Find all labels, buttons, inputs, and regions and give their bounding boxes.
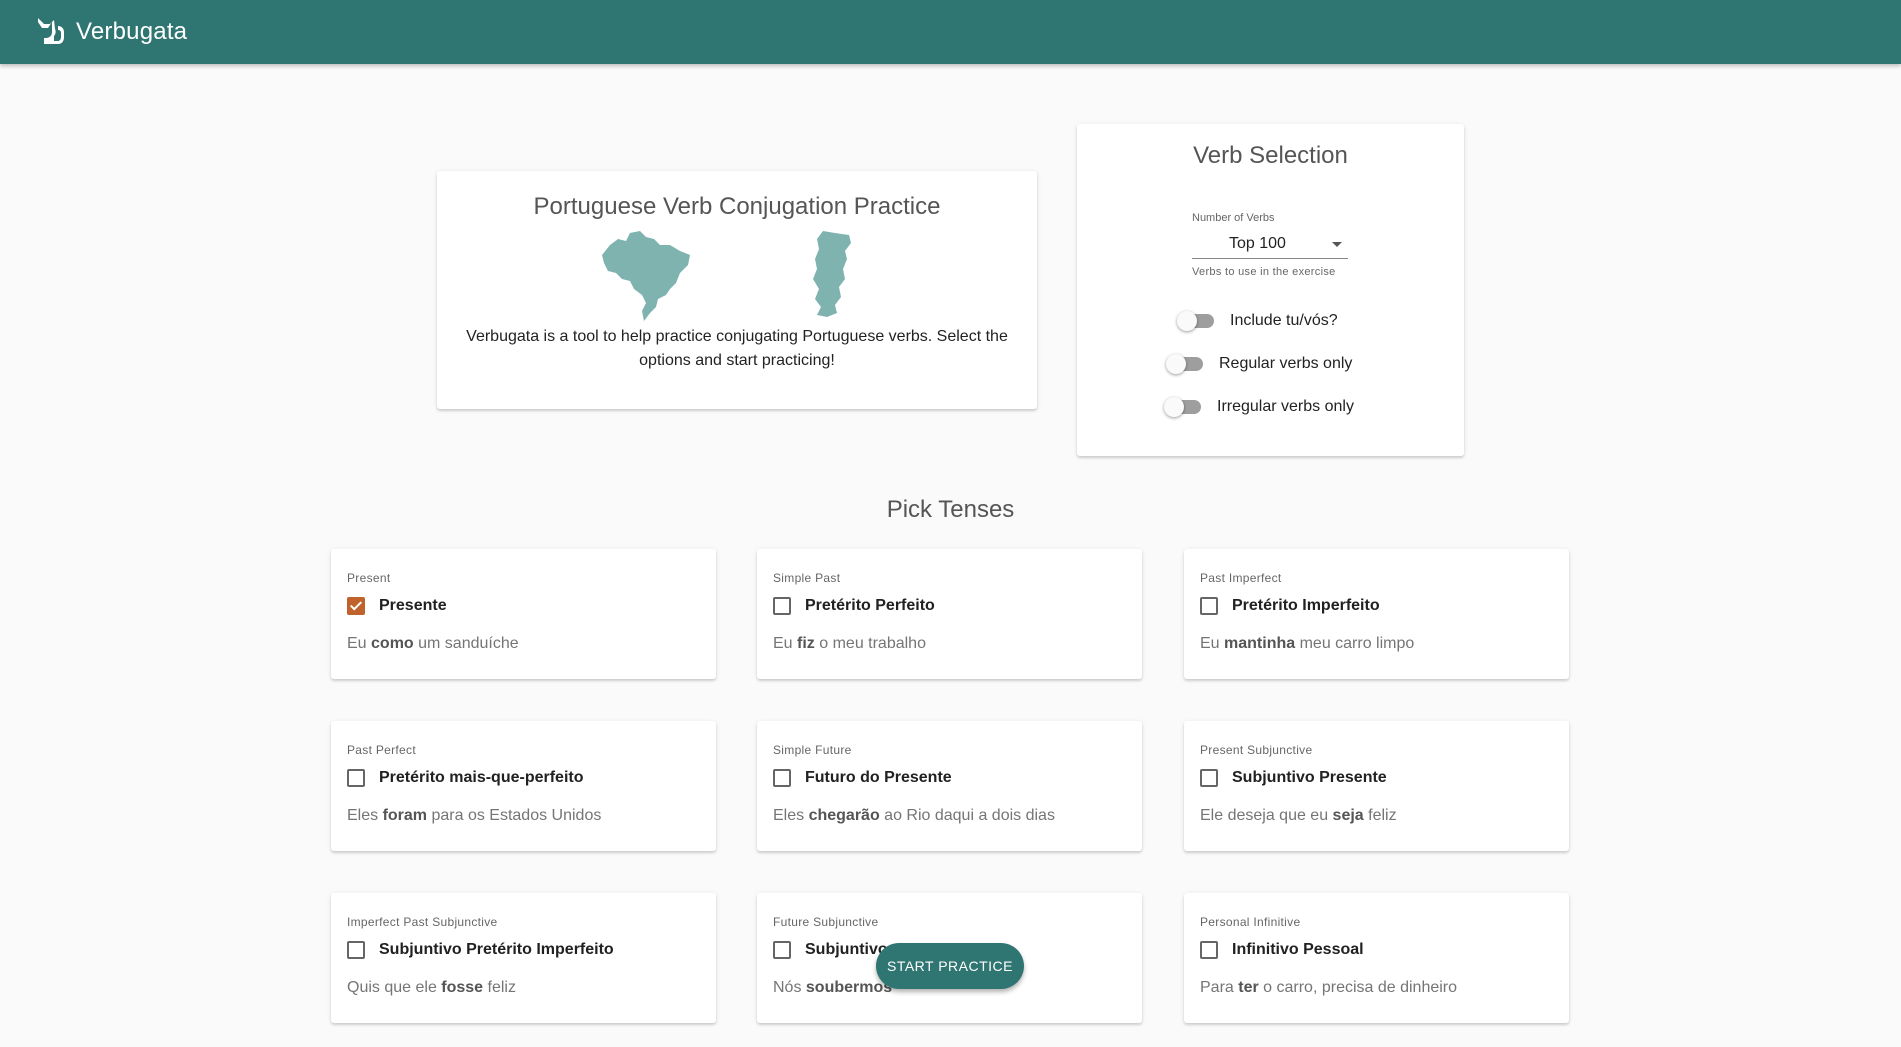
number-of-verbs-label: Number of Verbs <box>1192 212 1275 224</box>
tense-card[interactable]: Present Presente Eu como um sanduíche <box>331 549 716 679</box>
intro-card: Portuguese Verb Conjugation Practice Ver… <box>437 171 1037 409</box>
tense-example: Eles foram para os Estados Unidos <box>347 807 602 824</box>
toggle-switch[interactable] <box>1166 354 1203 374</box>
tense-example: Eles chegarão ao Rio daqui a dois dias <box>773 807 1055 824</box>
toggle-label: Include tu/vós? <box>1230 312 1338 329</box>
verb-selection-title: Verb Selection <box>1193 142 1348 169</box>
tense-checkbox[interactable] <box>347 597 365 615</box>
tense-card[interactable]: Present Subjunctive Subjuntivo Presente … <box>1184 721 1569 851</box>
tense-card[interactable]: Past Imperfect Pretérito Imperfeito Eu m… <box>1184 549 1569 679</box>
tense-checkbox[interactable] <box>347 941 365 959</box>
tense-category: Simple Past <box>773 571 841 585</box>
tense-checkbox[interactable] <box>1200 769 1218 787</box>
tense-name[interactable]: Subjuntivo Presente <box>1232 769 1387 787</box>
tense-name[interactable]: Pretérito Perfeito <box>805 597 935 615</box>
tense-name[interactable]: Infinitivo Pessoal <box>1232 941 1364 959</box>
tense-example: Para ter o carro, precisa de dinheiro <box>1200 979 1458 996</box>
maps <box>437 221 1037 325</box>
tense-example: Ele deseja que eu seja feliz <box>1200 807 1397 824</box>
number-of-verbs-field: Number of Verbs Top 100 Verbs to use in … <box>1192 212 1348 278</box>
start-practice-button[interactable]: START PRACTICE <box>876 943 1024 989</box>
toggle-label: Regular verbs only <box>1219 355 1353 372</box>
tense-name[interactable]: Subjuntivo Pretérito Imperfeito <box>379 941 614 959</box>
tense-example: Eu mantinha meu carro limpo <box>1200 635 1415 652</box>
tense-checkbox[interactable] <box>1200 941 1218 959</box>
tense-card[interactable]: Personal Infinitive Infinitivo Pessoal P… <box>1184 893 1569 1023</box>
chevron-down-icon <box>1332 241 1342 247</box>
intro-title: Portuguese Verb Conjugation Practice <box>533 193 941 220</box>
intro-description: Verbugata is a tool to help practice con… <box>466 328 1008 369</box>
tense-checkbox[interactable] <box>347 769 365 787</box>
tense-category: Simple Future <box>773 743 852 757</box>
pick-tenses-title: Pick Tenses <box>886 496 1015 523</box>
tense-card[interactable]: Simple Past Pretérito Perfeito Eu fiz o … <box>757 549 1142 679</box>
tense-category: Present <box>347 571 391 585</box>
tense-checkbox[interactable] <box>1200 597 1218 615</box>
tense-example: Eu como um sanduíche <box>347 635 519 652</box>
tense-card[interactable]: Past Perfect Pretérito mais-que-perfeito… <box>331 721 716 851</box>
toggle-switch[interactable] <box>1177 311 1214 331</box>
brazil-map-icon <box>602 231 690 321</box>
toggle-include-tu-vos[interactable]: Include tu/vós? <box>1177 311 1338 331</box>
tense-name[interactable]: Futuro do Presente <box>805 769 952 787</box>
verb-selection-card: Verb Selection Number of Verbs Top 100 V… <box>1077 124 1464 456</box>
portugal-map-icon <box>813 231 851 317</box>
tense-name[interactable]: Pretérito Imperfeito <box>1232 597 1380 615</box>
app-title[interactable]: Verbugata <box>76 18 187 46</box>
tense-checkbox[interactable] <box>773 597 791 615</box>
tense-checkbox[interactable] <box>773 941 791 959</box>
tense-category: Present Subjunctive <box>1200 743 1313 757</box>
toggle-irregular-only[interactable]: Irregular verbs only <box>1164 397 1354 417</box>
tense-name[interactable]: Pretérito mais-que-perfeito <box>379 769 583 787</box>
tense-name[interactable]: Subjuntivo <box>805 941 888 959</box>
toggle-regular-only[interactable]: Regular verbs only <box>1166 354 1353 374</box>
tense-card[interactable]: Imperfect Past Subjunctive Subjuntivo Pr… <box>331 893 716 1023</box>
number-of-verbs-select[interactable]: Top 100 <box>1192 232 1348 259</box>
tense-example: Eu fiz o meu trabalho <box>773 635 926 652</box>
tense-category: Personal Infinitive <box>1200 915 1301 929</box>
tense-checkbox[interactable] <box>773 769 791 787</box>
tense-card[interactable]: Simple Future Futuro do Presente Eles ch… <box>757 721 1142 851</box>
tense-category: Past Imperfect <box>1200 571 1282 585</box>
tense-category: Past Perfect <box>347 743 416 757</box>
toggle-switch[interactable] <box>1164 397 1201 417</box>
toggle-label: Irregular verbs only <box>1217 398 1354 415</box>
app-bar: Verbugata <box>0 0 1901 64</box>
cat-icon[interactable] <box>32 14 68 50</box>
tense-name[interactable]: Presente <box>379 597 447 615</box>
number-of-verbs-value: Top 100 <box>1229 235 1286 252</box>
tense-example: Quis que ele fosse feliz <box>347 979 516 996</box>
tense-category: Future Subjunctive <box>773 915 879 929</box>
number-of-verbs-hint: Verbs to use in the exercise <box>1192 266 1336 278</box>
tense-example: Nós soubermos <box>773 979 893 996</box>
tense-category: Imperfect Past Subjunctive <box>347 915 498 929</box>
